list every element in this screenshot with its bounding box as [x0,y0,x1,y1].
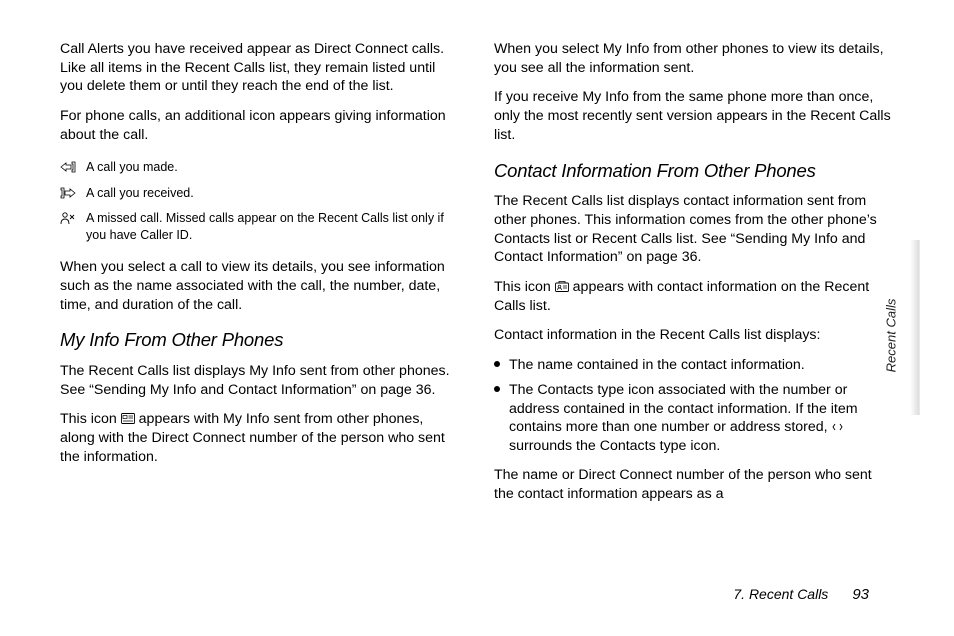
side-tab: Recent Calls [876,235,906,435]
outgoing-call-icon [60,160,76,174]
paragraph: The Recent Calls list displays My Info s… [60,362,460,399]
text-fragment: This icon [60,411,121,427]
legend-row-outgoing: A call you made. [60,159,460,176]
paragraph: Contact information in the Recent Calls … [494,326,894,345]
text-fragment: This icon [494,279,555,295]
section-heading-my-info: My Info From Other Phones [60,328,460,352]
footer-chapter-label: 7. Recent Calls [733,586,828,602]
legend-row-incoming: A call you received. [60,185,460,202]
section-heading-contact-info: Contact Information From Other Phones [494,159,894,183]
paragraph: When you select My Info from other phone… [494,40,894,77]
legend-row-missed: A missed call. Missed calls appear on th… [60,210,460,244]
side-tab-label: Recent Calls [884,298,899,372]
surround-arrows-icon [832,419,843,429]
legend-text: A call you received. [86,185,460,202]
missed-call-icon [60,211,76,225]
paragraph: If you receive My Info from the same pho… [494,88,894,144]
incoming-call-icon [60,186,76,200]
paragraph: For phone calls, an additional icon appe… [60,107,460,144]
list-item: The Contacts type icon associated with t… [494,381,894,456]
legend-text: A call you made. [86,159,460,176]
legend-text: A missed call. Missed calls appear on th… [86,210,460,244]
paragraph: When you select a call to view its detai… [60,258,460,314]
paragraph: The name or Direct Connect number of the… [494,466,894,503]
contact-info-bullets: The name contained in the contact inform… [494,356,894,456]
footer-page-number: 93 [852,586,869,603]
paragraph: This icon appears with My Info sent from… [60,410,460,466]
right-column: When you select My Info from other phone… [494,40,894,580]
left-column: Call Alerts you have received appear as … [60,40,460,580]
text-fragment: The Contacts type icon associated with t… [509,382,858,435]
page-edge-shade [910,240,920,415]
paragraph: Call Alerts you have received appear as … [60,40,460,96]
two-column-layout: Call Alerts you have received appear as … [60,40,894,580]
list-item: The name contained in the contact inform… [494,356,894,375]
page-footer: 7. Recent Calls 93 [733,586,869,603]
call-icon-legend: A call you made. A call you received. A … [60,159,460,245]
text-fragment: surrounds the Contacts type icon. [509,438,720,454]
paragraph: The Recent Calls list displays contact i… [494,192,894,267]
contact-card-icon [555,279,569,290]
my-info-card-icon [121,411,135,422]
paragraph: This icon appears with contact informati… [494,278,894,315]
